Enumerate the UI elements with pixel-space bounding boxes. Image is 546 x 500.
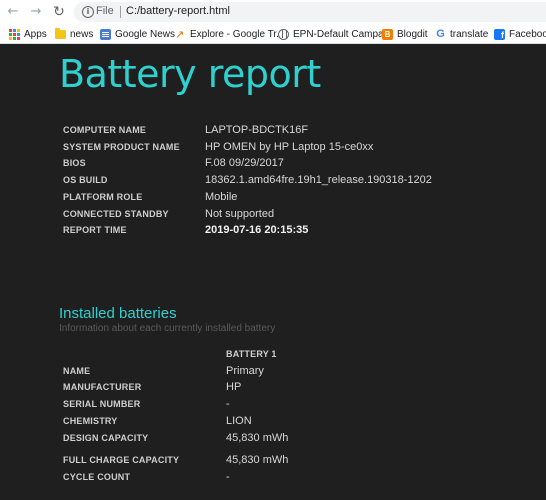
info-value: HP OMEN by HP Laptop 15-ce0xx <box>205 141 374 153</box>
bookmark-epn-default-campaign[interactable]: EPN-Default Campa... <box>278 26 392 42</box>
blogger-icon: B <box>382 28 393 40</box>
battery-row-manufacturer: MANUFACTURER HP <box>0 380 546 394</box>
info-value: F.08 09/29/2017 <box>205 157 284 169</box>
info-value: Not supported <box>205 208 275 220</box>
info-row-platform-role: PLATFORM ROLE Mobile <box>0 190 546 204</box>
folder-icon <box>55 28 66 39</box>
battery-value: - <box>226 471 230 483</box>
battery-value: 45,830 mWh <box>226 432 289 444</box>
trends-icon: ↗ <box>175 27 185 41</box>
back-icon[interactable]: ← <box>4 3 22 21</box>
battery-row-name: NAME Primary <box>0 364 546 378</box>
info-label: PLATFORM ROLE <box>63 192 143 202</box>
battery-label: SERIAL NUMBER <box>63 399 141 409</box>
info-value: 2019-07-16 20:15:35 <box>205 224 309 236</box>
info-label: COMPUTER NAME <box>63 125 147 135</box>
bookmark-facebook[interactable]: f Facebook <box>494 26 546 42</box>
url-text[interactable]: C:/battery-report.html <box>126 5 230 17</box>
page-title: Battery report <box>59 52 321 96</box>
battery-row-full-charge-capacity: FULL CHARGE CAPACITY 45,830 mWh <box>0 453 546 467</box>
battery-value: - <box>226 398 230 410</box>
section-subtitle: Information about each currently install… <box>59 323 276 334</box>
bookmark-translate[interactable]: G translate <box>435 26 488 42</box>
bookmark-label: Explore - Google Tr... <box>190 28 285 40</box>
battery-row-serial-number: SERIAL NUMBER - <box>0 397 546 411</box>
report-page: Battery report COMPUTER NAME LAPTOP-BDCT… <box>0 45 546 500</box>
bookmark-blogdit[interactable]: B Blogdit <box>382 26 428 42</box>
info-row-report-time: REPORT TIME 2019-07-16 20:15:35 <box>0 223 546 237</box>
battery-value: 45,830 mWh <box>226 454 289 466</box>
battery-value: HP <box>226 381 242 393</box>
reload-icon[interactable]: ↻ <box>50 3 68 21</box>
globe-icon <box>278 28 289 40</box>
bookmarks-bar: Apps news Google News ↗ Explore - Google… <box>0 24 546 44</box>
url-scheme: File <box>96 5 114 17</box>
google-icon: G <box>436 27 445 40</box>
battery-row-chemistry: CHEMISTRY LION <box>0 414 546 428</box>
bookmark-label: EPN-Default Campa... <box>293 28 392 40</box>
info-label: OS BUILD <box>63 175 108 185</box>
browser-toolbar: ← → ↻ i File C:/battery-report.html <box>0 0 546 24</box>
bookmark-news[interactable]: news <box>55 26 93 42</box>
bookmark-label: Facebook <box>509 28 546 40</box>
bookmark-label: Google News <box>115 28 176 40</box>
battery-label: CYCLE COUNT <box>63 472 131 482</box>
info-label: SYSTEM PRODUCT NAME <box>63 142 180 152</box>
battery-row-design-capacity: DESIGN CAPACITY 45,830 mWh <box>0 431 546 445</box>
section-heading: Installed batteries <box>59 305 177 322</box>
info-label: BIOS <box>63 158 86 168</box>
battery-value: Primary <box>226 365 264 377</box>
info-row-connected-standby: CONNECTED STANDBY Not supported <box>0 207 546 221</box>
battery-label: FULL CHARGE CAPACITY <box>63 455 180 465</box>
info-row-os-build: OS BUILD 18362.1.amd64fre.19h1_release.1… <box>0 173 546 187</box>
battery-label: NAME <box>63 366 91 376</box>
info-label: REPORT TIME <box>63 225 127 235</box>
info-row-system-product-name: SYSTEM PRODUCT NAME HP OMEN by HP Laptop… <box>0 140 546 154</box>
bookmark-label: Blogdit <box>397 28 428 40</box>
bookmark-label: Apps <box>24 28 47 40</box>
url-divider <box>120 6 121 18</box>
info-label: CONNECTED STANDBY <box>63 209 169 219</box>
bookmark-google-news[interactable]: Google News <box>100 26 175 42</box>
bookmark-label: news <box>70 28 94 40</box>
battery-label: MANUFACTURER <box>63 382 142 392</box>
google-news-icon <box>100 28 111 40</box>
info-row-bios: BIOS F.08 09/29/2017 <box>0 156 546 170</box>
bookmark-label: translate <box>450 28 489 40</box>
battery-label: CHEMISTRY <box>63 416 118 426</box>
battery-column-header: BATTERY 1 <box>226 349 277 359</box>
battery-row-cycle-count: CYCLE COUNT - <box>0 470 546 484</box>
bookmark-apps[interactable]: Apps <box>9 26 47 42</box>
battery-value: LION <box>226 415 252 427</box>
forward-icon[interactable]: → <box>27 3 45 21</box>
bookmark-explore-google-trends[interactable]: ↗ Explore - Google Tr... <box>175 26 285 42</box>
info-value: 18362.1.amd64fre.19h1_release.190318-120… <box>205 174 432 186</box>
info-icon[interactable]: i <box>82 6 94 18</box>
info-value: Mobile <box>205 191 238 203</box>
apps-icon <box>9 28 20 40</box>
info-row-computer-name: COMPUTER NAME LAPTOP-BDCTK16F <box>0 123 546 137</box>
facebook-icon: f <box>494 28 505 40</box>
battery-label: DESIGN CAPACITY <box>63 433 149 443</box>
address-bar[interactable]: i File C:/battery-report.html <box>74 2 546 22</box>
info-value: LAPTOP-BDCTK16F <box>205 124 309 136</box>
